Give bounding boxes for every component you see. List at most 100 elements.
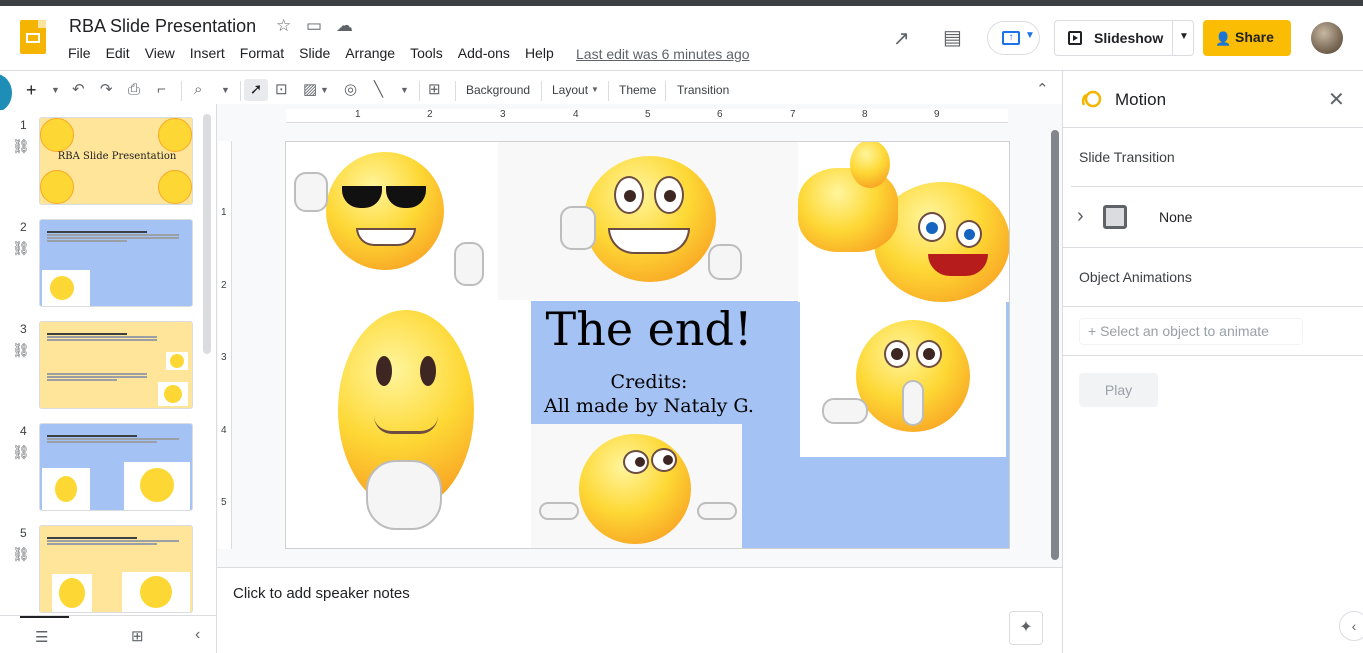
speaker-notes[interactable]: Click to add speaker notes ✦ <box>217 575 1062 653</box>
star-icon[interactable]: ☆ <box>276 16 291 36</box>
menu-help[interactable]: Help <box>525 45 554 63</box>
transition-preview-icon[interactable] <box>1103 205 1127 229</box>
slide-title[interactable]: The end! <box>531 302 767 356</box>
menu-insert[interactable]: Insert <box>190 45 225 63</box>
line-icon[interactable]: ╲ <box>374 79 383 101</box>
account-avatar[interactable] <box>1311 22 1343 54</box>
add-comment-icon[interactable]: ⊞ <box>428 79 441 101</box>
print-icon[interactable]: ⎙ <box>128 79 140 101</box>
slideshow-options-chevron-icon[interactable]: ▼ <box>1179 31 1189 42</box>
present-arrow-icon: ↑ <box>1002 31 1020 45</box>
ruler-tick-label: 1 <box>221 207 227 218</box>
slide-thumbnail[interactable]: RBA Slide Presentation <box>39 117 193 205</box>
slide-thumbnail[interactable] <box>39 525 193 613</box>
canvas-scrollbar[interactable] <box>1051 130 1059 560</box>
play-button[interactable]: Play <box>1079 373 1158 407</box>
zoom-icon[interactable]: ⌕ <box>194 79 202 101</box>
text-box-icon[interactable]: ⊡ <box>275 79 288 101</box>
slide-number: 3 <box>20 322 27 336</box>
theme-button[interactable]: Theme <box>619 79 656 101</box>
toolbar-separator <box>541 81 542 101</box>
document-title[interactable]: RBA Slide Presentation <box>69 16 256 37</box>
menu-arrange[interactable]: Arrange <box>345 45 395 63</box>
slide-credits[interactable]: Credits: All made by Nataly G. <box>531 370 767 418</box>
toolbar-separator <box>181 81 182 101</box>
transition-button[interactable]: Transition <box>677 79 729 101</box>
filmstrip-footer: ☰ ⊞ ‹ <box>0 615 216 653</box>
grinning-thumbs-emoji-image[interactable] <box>498 142 798 300</box>
last-edit-link[interactable]: Last edit was 6 minutes ago <box>576 46 750 62</box>
menu-file[interactable]: File <box>68 45 91 63</box>
slides-logo-icon[interactable] <box>20 20 46 54</box>
background-button[interactable]: Background <box>466 79 530 101</box>
horizontal-ruler[interactable]: 1 2 3 4 5 6 7 8 9 <box>286 109 1008 123</box>
side-panel-chevron-icon[interactable]: ‹ <box>1339 611 1363 641</box>
collapse-filmstrip-chevron-icon[interactable]: ‹ <box>195 626 200 644</box>
share-button[interactable]: 👤 Share <box>1203 20 1291 56</box>
thumb-text-lines <box>47 536 179 546</box>
move-folder-icon[interactable]: ▭ <box>306 16 322 36</box>
shush-emoji-image[interactable] <box>800 302 1006 457</box>
thumbs-up-wink-emoji-image[interactable] <box>798 142 1009 302</box>
smiling-hands-together-emoji-image[interactable] <box>286 300 531 548</box>
comments-icon[interactable]: ▤ <box>943 25 962 50</box>
menu-slide[interactable]: Slide <box>299 45 330 63</box>
shrug-emoji-image[interactable] <box>531 424 742 548</box>
menu-bar: File Edit View Insert Format Slide Arran… <box>68 45 569 63</box>
notes-resize-handle[interactable] <box>217 567 1062 575</box>
panel-divider <box>1063 127 1363 128</box>
thumb-text-lines <box>47 372 147 382</box>
menu-tools[interactable]: Tools <box>410 45 443 63</box>
ruler-tick-label: 8 <box>862 109 868 120</box>
slide-thumbnail[interactable] <box>39 321 193 409</box>
layout-button[interactable]: Layout <box>552 79 588 101</box>
slide-transition-heading: Slide Transition <box>1079 149 1175 165</box>
menu-view[interactable]: View <box>145 45 175 63</box>
filmstrip-view-icon[interactable]: ☰ <box>35 628 48 646</box>
slide-thumbnail[interactable] <box>39 423 193 511</box>
filmstrip-scrollbar[interactable] <box>203 114 211 354</box>
select-object-to-animate-button[interactable]: + Select an object to animate <box>1079 318 1303 345</box>
chevron-right-icon[interactable]: › <box>1077 205 1084 228</box>
menu-format[interactable]: Format <box>240 45 284 63</box>
shape-icon[interactable]: ◎ <box>344 79 357 101</box>
sunglasses-emoji-image[interactable] <box>286 142 498 300</box>
ruler-tick-label: 9 <box>934 109 940 120</box>
menu-edit[interactable]: Edit <box>106 45 130 63</box>
new-slide-chevron-icon[interactable]: ▼ <box>51 79 60 101</box>
play-slideshow-icon <box>1068 31 1082 45</box>
close-icon[interactable]: ✕ <box>1328 87 1345 112</box>
present-to-meeting-button[interactable]: ↑ ▼ <box>987 21 1040 55</box>
select-arrow-icon[interactable]: ➚ <box>244 79 268 101</box>
cloud-saved-icon[interactable]: ☁ <box>336 16 353 36</box>
speaker-notes-placeholder[interactable]: Click to add speaker notes <box>233 585 410 602</box>
zoom-chevron-icon[interactable]: ▼ <box>221 79 230 101</box>
image-chevron-icon[interactable]: ▼ <box>320 79 329 101</box>
undo-icon[interactable]: ↶ <box>72 79 85 101</box>
slide-canvas[interactable]: The end! Credits: All made by Nataly G. <box>285 141 1010 549</box>
paint-format-icon[interactable]: ⌐ <box>157 79 166 101</box>
slide-number: 5 <box>20 526 27 540</box>
link-icon: ⛓ <box>12 444 30 460</box>
side-bubble-icon[interactable] <box>0 74 12 112</box>
grid-view-icon[interactable]: ⊞ <box>131 627 144 645</box>
select-object-label: Select an object to animate <box>1100 323 1269 339</box>
activity-trend-icon[interactable]: ↗ <box>893 26 910 51</box>
image-icon[interactable]: ▨ <box>303 79 317 101</box>
explore-sparkle-icon[interactable]: ✦ <box>1009 611 1043 645</box>
new-slide-plus-icon[interactable]: + <box>26 79 37 101</box>
line-chevron-icon[interactable]: ▼ <box>400 79 409 101</box>
collapse-toolbar-chevron-icon[interactable]: ⌃ <box>1036 79 1049 101</box>
link-icon: ⛓ <box>12 240 30 256</box>
redo-icon[interactable]: ↷ <box>100 79 113 101</box>
thumb-emoji-image <box>158 170 192 204</box>
slide-thumbnail[interactable] <box>39 219 193 307</box>
menu-addons[interactable]: Add-ons <box>458 45 510 63</box>
plus-icon: + <box>1088 323 1101 339</box>
ruler-tick-label: 1 <box>355 109 361 120</box>
slideshow-button[interactable]: Slideshow ▼ <box>1054 20 1194 56</box>
ruler-tick-label: 3 <box>221 352 227 363</box>
slideshow-label: Slideshow <box>1094 30 1164 46</box>
transition-value[interactable]: None <box>1159 209 1192 225</box>
vertical-ruler[interactable]: 1 2 3 4 5 <box>218 141 232 549</box>
